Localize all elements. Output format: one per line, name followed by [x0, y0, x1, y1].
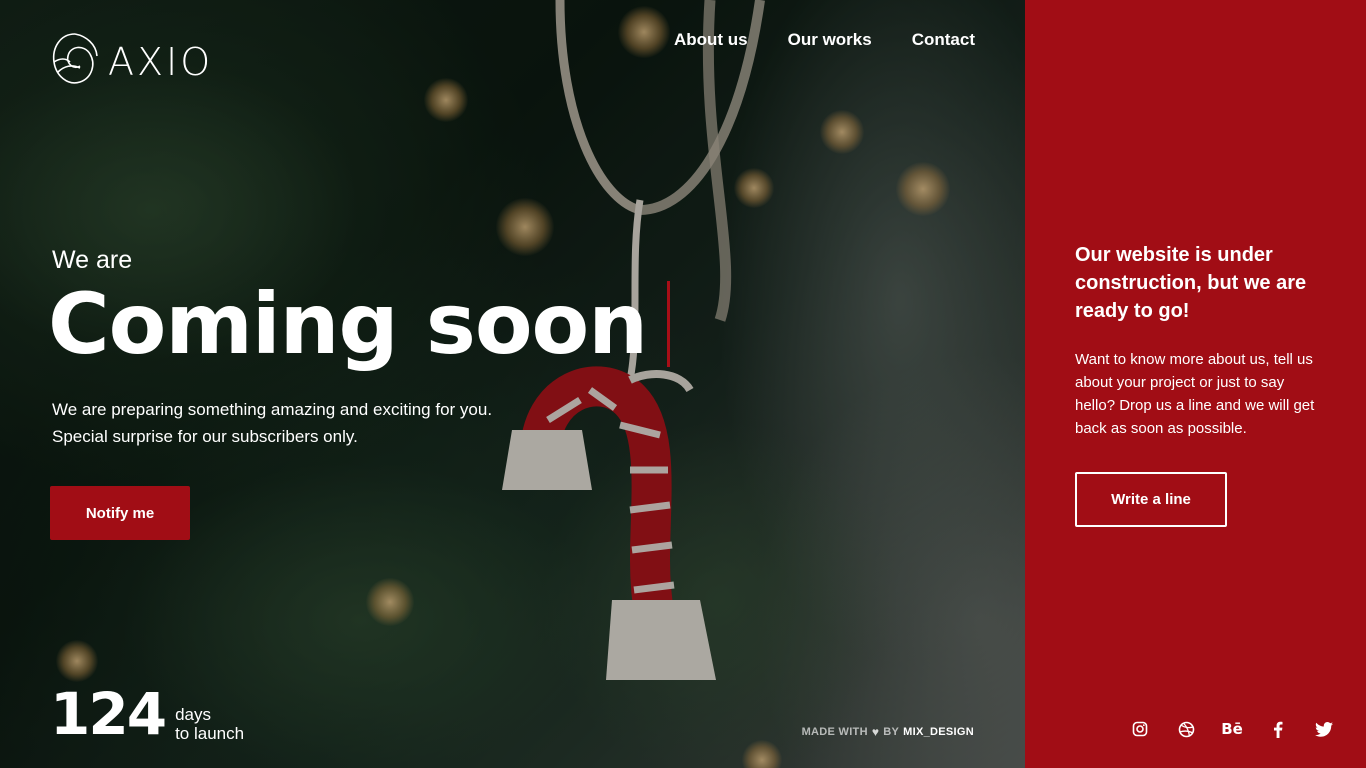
footer-credit: MADE WITH ♥ BY MIX_DESIGN	[802, 725, 974, 739]
panel-text: Want to know more about us, tell us abou…	[1075, 351, 1315, 437]
credit-prefix: MADE WITH	[801, 726, 868, 738]
launch-countdown: 124 days to launch	[50, 682, 244, 746]
credit-by: BY	[883, 726, 900, 738]
brand-logo[interactable]: AXIO	[50, 28, 213, 95]
instagram-icon[interactable]	[1117, 718, 1163, 740]
hero-headline: Coming soon	[48, 275, 648, 373]
panel-title: Our website is under construction, but w…	[1075, 244, 1307, 322]
contact-panel: Our website is under construction, but w…	[1025, 0, 1366, 768]
write-a-line-button[interactable]: Write a line	[1075, 472, 1227, 527]
nav-item-our-works[interactable]: Our works	[788, 30, 872, 50]
countdown-caption: to launch	[175, 724, 245, 743]
hero-lead-line-2: Special surprise for our subscribers onl…	[52, 427, 358, 446]
countdown-unit: days	[175, 705, 211, 724]
spiral-shell-logo-icon	[50, 28, 100, 95]
typing-caret	[667, 281, 670, 367]
main-nav: About us Our works Contact	[674, 30, 975, 50]
hero-lead-line-1: We are preparing something amazing and e…	[52, 400, 493, 419]
nav-item-contact[interactable]: Contact	[912, 30, 975, 50]
behance-icon[interactable]: Bē	[1209, 718, 1255, 740]
heart-icon: ♥	[871, 725, 880, 739]
nav-item-about-us[interactable]: About us	[674, 30, 748, 50]
social-links: Bē	[1117, 718, 1347, 740]
facebook-icon[interactable]	[1255, 718, 1301, 740]
twitter-icon[interactable]	[1301, 718, 1347, 740]
hero-background-image	[0, 0, 1025, 768]
dribbble-icon[interactable]	[1163, 718, 1209, 740]
countdown-number: 124	[50, 680, 167, 748]
brand-name: AXIO	[108, 39, 214, 84]
hero-eyebrow: We are	[52, 246, 133, 274]
behance-icon-label: Bē	[1221, 720, 1243, 738]
hero-lead: We are preparing something amazing and e…	[52, 396, 572, 450]
credit-author-link[interactable]: MIX_DESIGN	[903, 726, 974, 738]
notify-me-button[interactable]: Notify me	[50, 486, 190, 540]
countdown-label: days to launch	[175, 705, 244, 746]
